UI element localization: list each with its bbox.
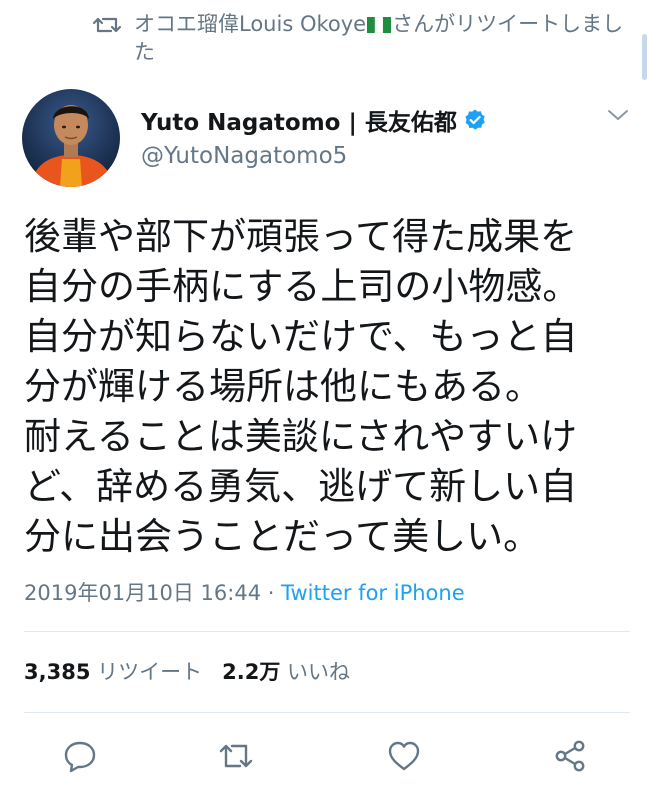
author-handle[interactable]: @YutoNagatomo5 — [141, 143, 347, 169]
retweet-count: 3,385 — [24, 660, 91, 684]
retweet-stat[interactable]: 3,385 リツイート — [24, 660, 202, 684]
chevron-down-icon[interactable] — [606, 107, 630, 123]
tweet-line: 自分が知らないだけで、もっと自 — [24, 315, 578, 358]
divider — [24, 712, 630, 713]
like-stat-label: いいね — [287, 660, 351, 684]
tweet-actions — [0, 738, 650, 778]
retweeter-name[interactable]: オコエ瑠偉Louis Okoye — [134, 12, 366, 36]
verified-badge-icon — [465, 109, 485, 130]
scrollbar[interactable] — [642, 34, 647, 80]
tweet-line: ど、辞める勇気、逃げて新しい自 — [24, 465, 578, 508]
retweet-icon[interactable] — [218, 738, 254, 774]
tweet-line: 後輩や部下が頑張って得た成果を — [24, 215, 578, 258]
divider — [24, 631, 630, 632]
tweet-source-link[interactable]: Twitter for iPhone — [281, 581, 465, 605]
meta-separator: · — [261, 581, 282, 605]
avatar[interactable] — [22, 89, 120, 187]
nigeria-flag-icon — [367, 17, 392, 33]
author-name-row[interactable]: Yuto Nagatomo | 長友佑都 — [141, 103, 487, 137]
tweet-text: 後輩や部下が頑張って得た成果を 自分の手柄にする上司の小物感。 自分が知らないだ… — [24, 212, 624, 562]
retweet-context[interactable]: オコエ瑠偉Louis Okoye さんがリツイートしました — [92, 10, 626, 66]
tweet-line: 分に出会うことだって美しい。 — [24, 515, 541, 558]
author-display-name[interactable]: Yuto Nagatomo | 長友佑都 — [141, 103, 457, 137]
tweet-line: 耐えることは美談にされやすいけ — [24, 415, 578, 458]
tweet-line: 分が輝ける場所は他にもある。 — [24, 365, 542, 408]
tweet-stats: 3,385 リツイート 2.2万 いいね — [24, 656, 350, 686]
like-stat[interactable]: 2.2万 いいね — [222, 660, 350, 684]
tweet-timestamp[interactable]: 2019年01月10日 16:44 — [24, 581, 261, 605]
like-count: 2.2万 — [222, 660, 281, 684]
share-icon[interactable] — [552, 738, 588, 774]
reply-icon[interactable] — [62, 738, 98, 774]
like-icon[interactable] — [386, 738, 422, 774]
retweet-icon — [92, 17, 122, 33]
retweet-stat-label: リツイート — [97, 660, 203, 684]
tweet-line: 自分の手柄にする上司の小物感。 — [24, 265, 580, 308]
tweet-meta: 2019年01月10日 16:44 · Twitter for iPhone — [24, 577, 465, 607]
